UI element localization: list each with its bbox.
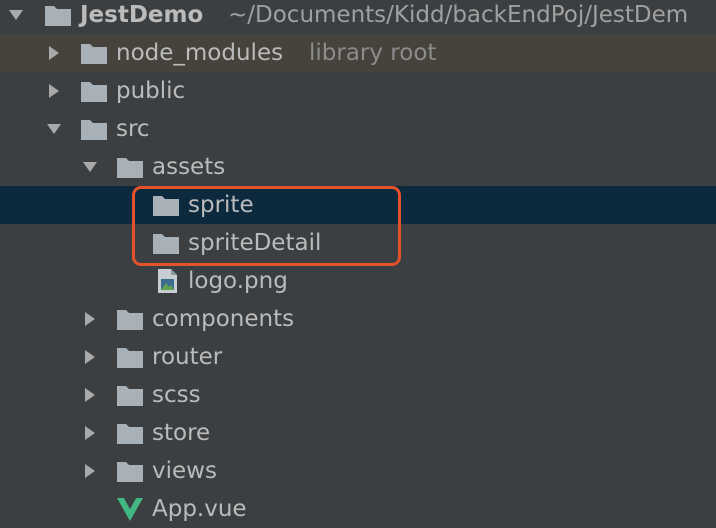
folder-icon xyxy=(45,6,71,26)
tree-row-scss[interactable]: scss xyxy=(0,376,716,414)
tree-row-views[interactable]: views xyxy=(0,452,716,490)
folder-icon xyxy=(117,386,143,406)
tree-row-sprite[interactable]: sprite xyxy=(0,186,716,224)
tree-row-components[interactable]: components xyxy=(0,300,716,338)
tree-item-label: spriteDetail xyxy=(188,230,322,256)
tree-row-store[interactable]: store xyxy=(0,414,716,452)
tree-item-label: store xyxy=(152,420,211,446)
tree-item-label: assets xyxy=(152,154,226,180)
folder-icon xyxy=(81,44,107,64)
tree-row-public[interactable]: public xyxy=(0,72,716,110)
chevron-down-icon[interactable] xyxy=(80,148,100,186)
chevron-right-icon[interactable] xyxy=(80,452,100,490)
chevron-right-icon[interactable] xyxy=(80,300,100,338)
tree-item-label: src xyxy=(116,116,150,142)
folder-icon xyxy=(81,82,107,102)
tree-row-router[interactable]: router xyxy=(0,338,716,376)
tree-item-label: router xyxy=(152,344,223,370)
library-root-label: library root xyxy=(309,40,437,66)
folder-icon xyxy=(117,158,143,178)
tree-item-label: components xyxy=(152,306,295,332)
chevron-down-icon[interactable] xyxy=(44,110,64,148)
project-name: JestDemo xyxy=(80,2,204,28)
folder-icon xyxy=(117,462,143,482)
tree-item-label: public xyxy=(116,78,186,104)
tree-item-label: App.vue xyxy=(152,496,247,522)
tree-item-label: views xyxy=(152,458,217,484)
chevron-right-icon[interactable] xyxy=(80,414,100,452)
project-path: ~/Documents/Kidd/backEndPoj/JestDem xyxy=(228,2,689,28)
tree-row-spritedetail[interactable]: spriteDetail xyxy=(0,224,716,262)
image-file-icon xyxy=(158,269,177,293)
tree-row-app-vue[interactable]: App.vue xyxy=(0,490,716,528)
folder-icon xyxy=(81,120,107,140)
project-tree: JestDemo ~/Documents/Kidd/backEndPoj/Jes… xyxy=(0,0,716,528)
vue-logo-icon xyxy=(117,498,143,521)
chevron-right-icon[interactable] xyxy=(80,338,100,376)
tree-item-label: scss xyxy=(152,382,201,408)
folder-icon xyxy=(117,424,143,444)
tree-row-src[interactable]: src xyxy=(0,110,716,148)
folder-icon xyxy=(153,196,179,216)
folder-icon xyxy=(153,234,179,254)
tree-item-label: node_modules xyxy=(116,40,284,66)
tree-item-label: logo.png xyxy=(188,268,288,294)
tree-row-logo-png[interactable]: logo.png xyxy=(0,262,716,300)
tree-row-jestdemo[interactable]: JestDemo ~/Documents/Kidd/backEndPoj/Jes… xyxy=(0,0,716,34)
chevron-right-icon[interactable] xyxy=(44,34,64,72)
chevron-right-icon[interactable] xyxy=(80,376,100,414)
folder-icon xyxy=(117,310,143,330)
tree-item-label: sprite xyxy=(188,192,254,218)
tree-row-node-modules[interactable]: node_modules library root xyxy=(0,34,716,72)
chevron-down-icon[interactable] xyxy=(6,0,26,34)
folder-icon xyxy=(117,348,143,368)
chevron-right-icon[interactable] xyxy=(44,72,64,110)
tree-row-assets[interactable]: assets xyxy=(0,148,716,186)
